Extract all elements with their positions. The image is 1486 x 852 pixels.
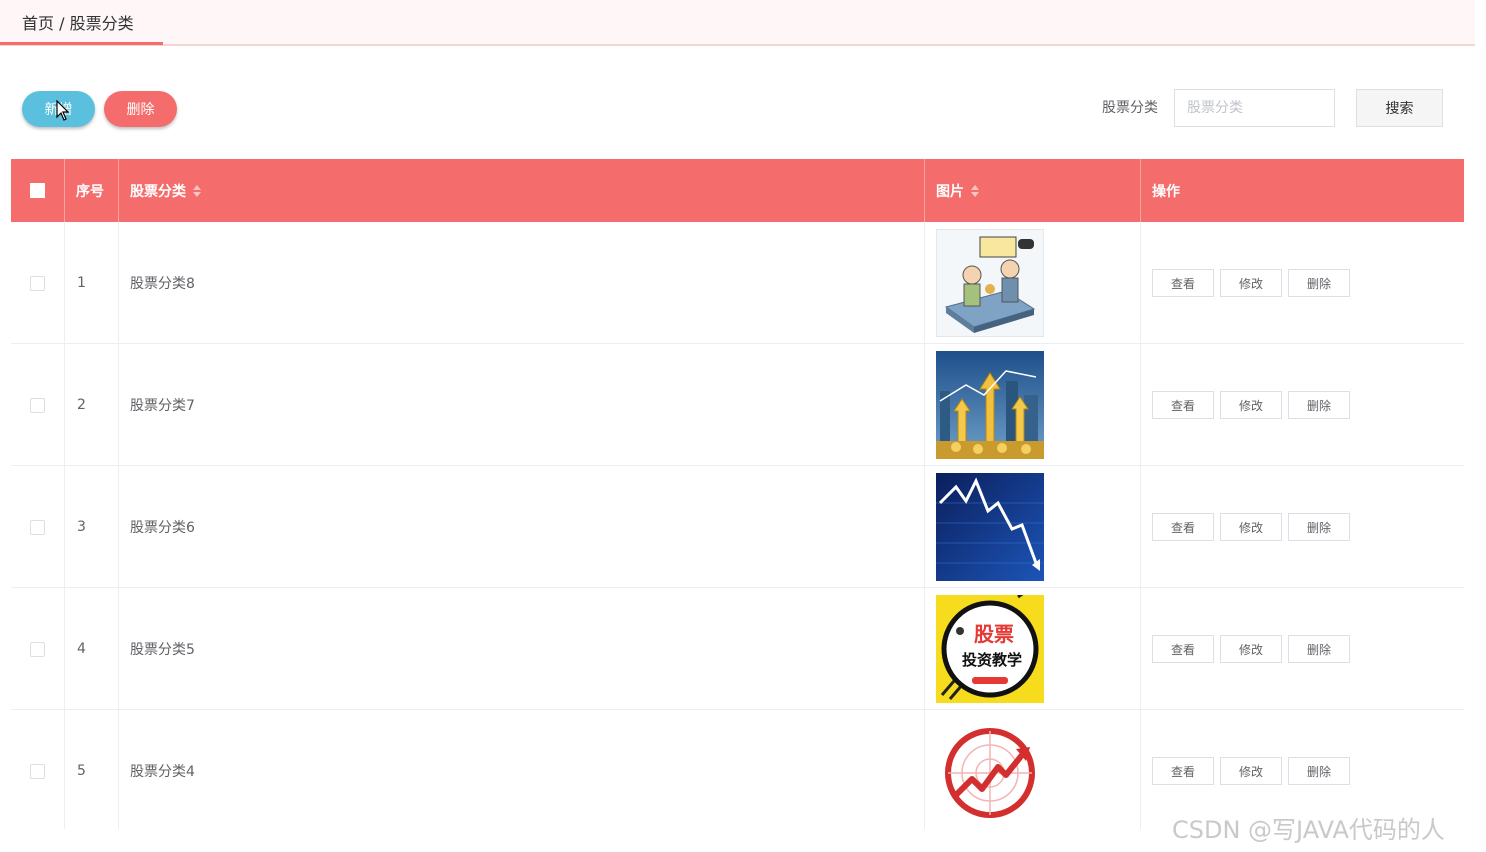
- table-header: 序号 股票分类 图片 操作: [11, 159, 1464, 222]
- select-all-checkbox[interactable]: [30, 183, 45, 198]
- row-checkbox[interactable]: [30, 519, 45, 535]
- mouse-cursor-icon: [56, 100, 70, 121]
- table-row: 1 股票分类8 查看 修改 删除: [11, 222, 1464, 344]
- view-button[interactable]: 查看: [1152, 513, 1214, 541]
- row-checkbox[interactable]: [30, 641, 45, 657]
- row-index: 2: [65, 344, 119, 466]
- breadcrumb-active-underline: [0, 42, 163, 45]
- sort-icon[interactable]: [971, 184, 979, 197]
- header-name-label: 股票分类: [130, 183, 186, 200]
- row-name: 股票分类8: [119, 222, 925, 344]
- row-index: 4: [65, 588, 119, 710]
- header-name[interactable]: 股票分类: [119, 159, 925, 222]
- row-name: 股票分类4: [119, 710, 925, 829]
- header-index: 序号: [65, 159, 119, 222]
- row-delete-button[interactable]: 删除: [1288, 391, 1350, 419]
- sort-icon[interactable]: [193, 184, 201, 197]
- badge-subtitle: 投资教学: [962, 651, 1022, 669]
- row-delete-button[interactable]: 删除: [1288, 513, 1350, 541]
- search-button[interactable]: 搜索: [1356, 89, 1443, 127]
- delete-button[interactable]: 删除: [104, 91, 177, 127]
- table-row: 4 股票分类5 股票 投资教学 查看 修改 删除: [11, 588, 1464, 710]
- watermark: CSDN @写JAVA代码的人: [1172, 816, 1445, 844]
- view-button[interactable]: 查看: [1152, 391, 1214, 419]
- header-image-label: 图片: [936, 183, 964, 200]
- row-name: 股票分类7: [119, 344, 925, 466]
- search-input[interactable]: [1174, 89, 1335, 127]
- row-name: 股票分类5: [119, 588, 925, 710]
- view-button[interactable]: 查看: [1152, 635, 1214, 663]
- row-delete-button[interactable]: 删除: [1288, 635, 1350, 663]
- blue-stock-chart-photo-icon: [936, 473, 1044, 581]
- header-actions: 操作: [1141, 159, 1464, 222]
- row-delete-button[interactable]: 删除: [1288, 757, 1350, 785]
- row-index: 1: [65, 222, 119, 344]
- row-index: 5: [65, 710, 119, 829]
- row-name: 股票分类6: [119, 466, 925, 588]
- view-button[interactable]: 查看: [1152, 269, 1214, 297]
- header-actions-label: 操作: [1152, 183, 1180, 200]
- yellow-badge-logo-icon: 股票 投资教学: [936, 595, 1044, 703]
- table-row: 2 股票分类7 查看 修改 删除: [11, 344, 1464, 466]
- breadcrumb: 首页 / 股票分类: [22, 14, 134, 33]
- gold-arrows-city-photo-icon: [936, 351, 1044, 459]
- breadcrumb-bar: 首页 / 股票分类: [0, 0, 1475, 46]
- badge-title: 股票: [974, 622, 1014, 646]
- edit-button[interactable]: 修改: [1220, 635, 1282, 663]
- header-image[interactable]: 图片: [925, 159, 1141, 222]
- edit-button[interactable]: 修改: [1220, 269, 1282, 297]
- header-index-label: 序号: [76, 183, 104, 200]
- row-checkbox[interactable]: [30, 763, 45, 779]
- table-row: 3 股票分类6 查看 修改 删除: [11, 466, 1464, 588]
- row-checkbox[interactable]: [30, 275, 45, 291]
- search-label: 股票分类: [1102, 100, 1158, 116]
- edit-button[interactable]: 修改: [1220, 757, 1282, 785]
- edit-button[interactable]: 修改: [1220, 513, 1282, 541]
- row-checkbox[interactable]: [30, 397, 45, 413]
- row-index: 3: [65, 466, 119, 588]
- view-button[interactable]: 查看: [1152, 757, 1214, 785]
- edit-button[interactable]: 修改: [1220, 391, 1282, 419]
- red-radar-growth-logo-icon: [936, 717, 1044, 825]
- row-delete-button[interactable]: 删除: [1288, 269, 1350, 297]
- header-select-all: [11, 159, 65, 222]
- data-table: 序号 股票分类 图片 操作 1 股票分类8 查看 修改 删除 2 股票分类7 查…: [11, 159, 1464, 829]
- cartoon-stock-illustration-icon: [936, 229, 1044, 337]
